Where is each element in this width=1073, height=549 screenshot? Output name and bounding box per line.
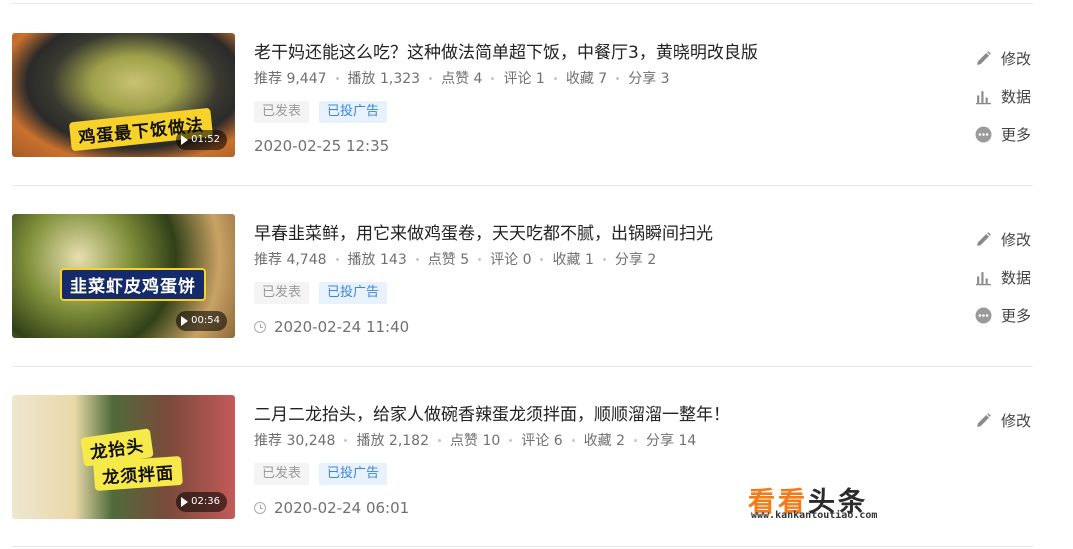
pencil-icon: [977, 412, 991, 427]
ad-tag: 已投广告: [319, 282, 388, 304]
site-watermark: 看看头条 www.kankantoutiao.com: [748, 480, 948, 525]
pencil-icon: [977, 50, 991, 65]
thumbnail-caption: 韭菜虾皮鸡蛋饼: [60, 268, 206, 301]
thumbnail-caption-2: 龙须拌面: [93, 455, 183, 492]
stats-row: 推荐 4,748 播放 143 点赞 5 评论 0 收藏 1 分享 2: [254, 249, 656, 269]
stat-comments: 评论 6: [521, 433, 563, 449]
play-icon: [181, 497, 189, 507]
play-icon: [181, 316, 189, 326]
ad-tag: 已投广告: [319, 101, 388, 123]
published-tag: 已发表: [254, 463, 310, 485]
duration-badge: 01:52: [176, 130, 227, 150]
more-icon: [975, 126, 992, 142]
watermark-url: www.kankantoutiao.com: [751, 510, 878, 521]
stat-plays: 播放 1,323: [347, 71, 421, 87]
stat-likes: 点赞 4: [441, 71, 483, 87]
stat-favorites: 收藏 7: [565, 71, 608, 87]
divider: [12, 546, 1033, 547]
bar-chart-icon: [976, 271, 991, 285]
tag-row: 已发表 已投广告: [254, 463, 388, 485]
action-column: 修改: [975, 410, 1031, 448]
stat-comments: 评论 0: [490, 252, 532, 268]
publish-time: 2020-02-25 12:35: [254, 137, 390, 155]
stat-recommend: 推荐 30,248: [254, 433, 336, 449]
article-title[interactable]: 早春韭菜鲜，用它来做鸡蛋卷，天天吃都不腻，出锅瞬间扫光: [254, 219, 713, 244]
duration-badge: 02:36: [176, 492, 227, 512]
published-tag: 已发表: [254, 101, 310, 123]
duration-badge: 00:54: [176, 311, 227, 331]
article-item: 韭菜虾皮鸡蛋饼 00:54 早春韭菜鲜，用它来做鸡蛋卷，天天吃都不腻，出锅瞬间扫…: [0, 185, 1073, 366]
stat-shares: 分享 3: [628, 71, 670, 87]
pencil-icon: [977, 231, 991, 246]
data-button[interactable]: 数据: [975, 86, 1031, 106]
publish-time: 2020-02-24 06:01: [254, 499, 409, 517]
stat-favorites: 收藏 1: [552, 252, 594, 268]
edit-button[interactable]: 修改: [975, 410, 1031, 430]
edit-button[interactable]: 修改: [975, 229, 1031, 249]
stat-recommend: 推荐 4,748: [254, 252, 327, 268]
stat-likes: 点赞 10: [450, 433, 501, 449]
clock-icon: [254, 502, 266, 514]
stat-shares: 分享 2: [614, 252, 657, 268]
clock-icon: [254, 321, 266, 333]
action-column: 修改 数据 更多: [975, 48, 1031, 162]
publish-time: 2020-02-24 11:40: [254, 318, 409, 336]
data-button[interactable]: 数据: [975, 267, 1031, 287]
tag-row: 已发表 已投广告: [254, 282, 388, 304]
video-thumbnail[interactable]: 龙抬头 龙须拌面 02:36: [12, 395, 235, 519]
play-icon: [181, 135, 189, 145]
article-item: 鸡蛋最下饭做法 01:52 老干妈还能这么吃？这种做法简单超下饭，中餐厅3，黄晓…: [0, 4, 1073, 185]
bar-chart-icon: [976, 90, 991, 104]
published-tag: 已发表: [254, 282, 310, 304]
stats-row: 推荐 30,248 播放 2,182 点赞 10 评论 6 收藏 2 分享 14: [254, 430, 696, 450]
ad-tag: 已投广告: [319, 463, 388, 485]
stat-likes: 点赞 5: [427, 252, 470, 268]
stat-shares: 分享 14: [646, 433, 697, 449]
more-icon: [975, 307, 992, 323]
stat-plays: 播放 143: [347, 252, 407, 268]
more-button[interactable]: 更多: [975, 124, 1031, 144]
stat-comments: 评论 1: [503, 71, 545, 87]
action-column: 修改 数据 更多: [975, 229, 1031, 343]
video-thumbnail[interactable]: 韭菜虾皮鸡蛋饼 00:54: [12, 214, 235, 338]
stat-plays: 播放 2,182: [356, 433, 429, 449]
article-title[interactable]: 二月二龙抬头，给家人做碗香辣蛋龙须拌面，顺顺溜溜一整年！: [254, 400, 730, 425]
tag-row: 已发表 已投广告: [254, 101, 388, 123]
article-title[interactable]: 老干妈还能这么吃？这种做法简单超下饭，中餐厅3，黄晓明改良版: [254, 38, 758, 63]
edit-button[interactable]: 修改: [975, 48, 1031, 68]
stats-row: 推荐 9,447 播放 1,323 点赞 4 评论 1 收藏 7 分享 3: [254, 68, 670, 88]
stat-recommend: 推荐 9,447: [254, 71, 327, 87]
stat-favorites: 收藏 2: [583, 433, 626, 449]
more-button[interactable]: 更多: [975, 305, 1031, 325]
video-thumbnail[interactable]: 鸡蛋最下饭做法 01:52: [12, 33, 235, 157]
